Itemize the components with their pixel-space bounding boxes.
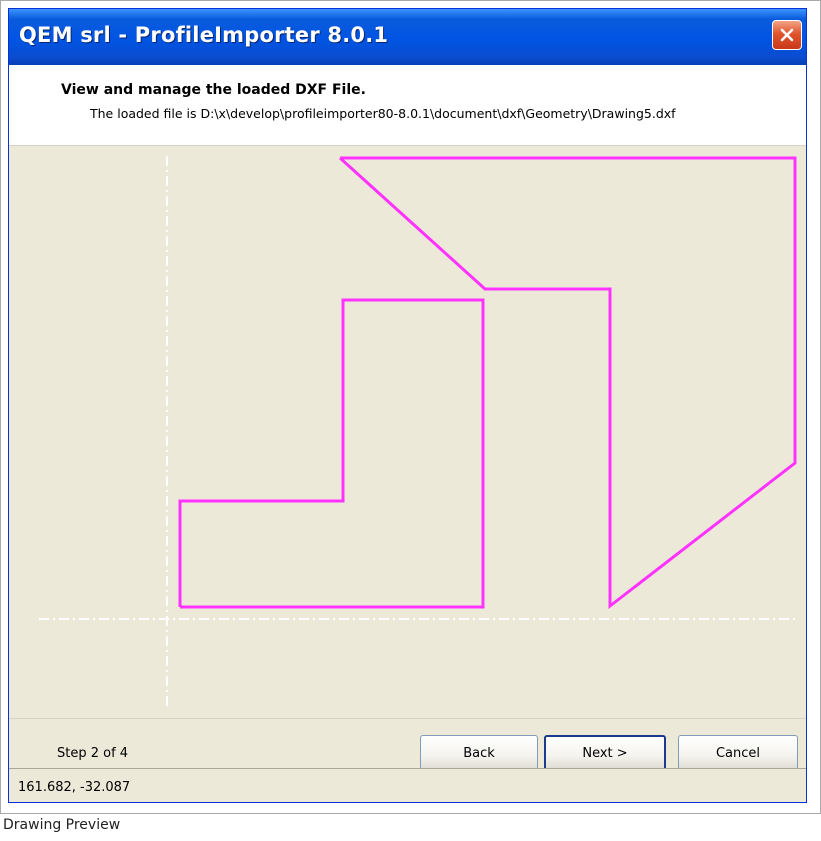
window-title: QEM srl - ProfileImporter 8.0.1 — [19, 23, 389, 47]
image-caption: Drawing Preview — [3, 817, 121, 833]
next-button[interactable]: Next > — [544, 735, 666, 771]
status-bar: 161.682, -32.087 — [9, 768, 806, 802]
step-indicator: Step 2 of 4 — [57, 746, 129, 761]
close-button[interactable] — [772, 20, 802, 50]
polygon-profile — [338, 156, 797, 610]
wizard-footer: Step 2 of 4 Back Next > Cancel — [9, 718, 806, 771]
back-button[interactable]: Back — [420, 735, 538, 771]
l-shape-profile — [178, 298, 485, 609]
title-bar[interactable]: QEM srl - ProfileImporter 8.0.1 — [9, 9, 806, 65]
close-icon — [780, 28, 794, 42]
loaded-file-path: The loaded file is D:\x\develop\profilei… — [90, 106, 676, 121]
cursor-coordinates: 161.682, -32.087 — [18, 780, 131, 795]
wizard-header: View and manage the loaded DXF File. The… — [9, 65, 806, 146]
profile-importer-window: QEM srl - ProfileImporter 8.0.1 View and… — [8, 8, 807, 803]
header-title: View and manage the loaded DXF File. — [61, 82, 366, 98]
drawing-canvas[interactable] — [9, 146, 806, 726]
drawing-svg — [39, 156, 799, 706]
cancel-button[interactable]: Cancel — [678, 735, 798, 771]
